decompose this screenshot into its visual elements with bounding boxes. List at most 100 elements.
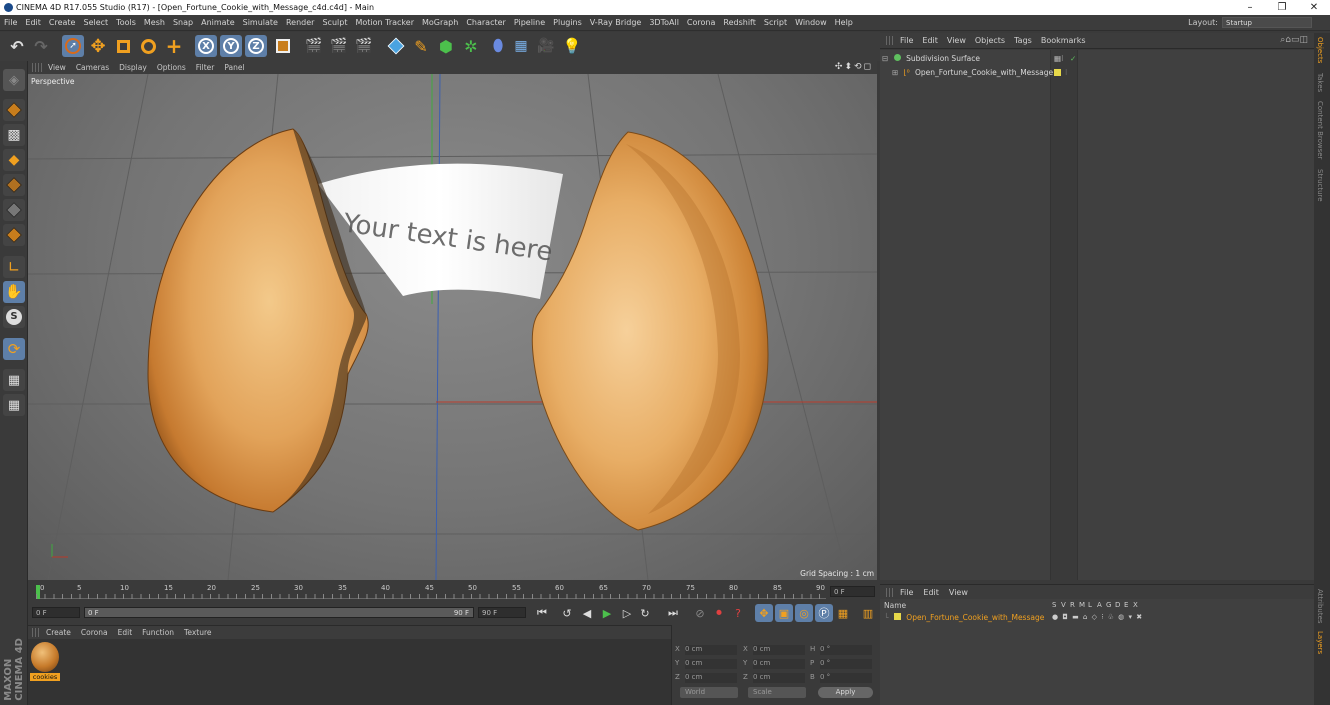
object-name[interactable]: Subdivision Surface [906, 54, 980, 63]
menu-mesh[interactable]: Mesh [144, 18, 165, 27]
previous-frame-icon[interactable]: ◀ [578, 604, 596, 622]
pos-y-field[interactable]: 0 cm [685, 659, 737, 669]
objects-menu-view[interactable]: View [947, 36, 966, 45]
subdivision-surface-icon[interactable]: ⬢ [435, 35, 457, 57]
next-key-icon[interactable]: ↻ [636, 604, 654, 622]
viewport-menu-options[interactable]: Options [157, 63, 186, 72]
header-render[interactable]: R [1070, 601, 1079, 609]
cube-primitive-icon[interactable] [385, 35, 407, 57]
frame-range-slider[interactable]: 0 F 90 F [84, 607, 474, 618]
objects-menu-file[interactable]: File [900, 36, 913, 45]
key-rotation-icon[interactable]: ◎ [795, 604, 813, 622]
start-frame-field[interactable]: 0 F [32, 607, 80, 618]
expand-icon[interactable]: ⊞ [892, 68, 898, 77]
header-xref[interactable]: X [1133, 601, 1142, 609]
objects-menu-objects[interactable]: Objects [975, 36, 1005, 45]
workplane-mode-icon[interactable]: ◆ [3, 149, 25, 171]
material-menu-function[interactable]: Function [142, 628, 174, 637]
material-name-label[interactable]: cookies [30, 673, 60, 681]
menu-corona[interactable]: Corona [687, 18, 715, 27]
object-manager-search-icon[interactable]: ⌕⌂▭◫ [1280, 35, 1308, 45]
header-locked[interactable]: L [1088, 601, 1097, 609]
menu-window[interactable]: Window [795, 18, 827, 27]
layer-row[interactable]: └ Open_Fortune_Cookie_with_Message ● ◘ ▬… [884, 611, 1304, 624]
render-picture-viewer-icon[interactable]: 🎬 [328, 35, 350, 57]
menu-pipeline[interactable]: Pipeline [514, 18, 545, 27]
material-preview-cookies[interactable] [31, 642, 59, 672]
timeline-ruler[interactable]: 0 5 10 15 20 25 30 35 40 45 50 55 60 65 … [28, 581, 877, 603]
header-deformers[interactable]: D [1115, 601, 1124, 609]
edges-mode-icon[interactable] [3, 199, 25, 221]
restore-button[interactable]: ❐ [1266, 0, 1298, 15]
z-axis-lock-button[interactable]: Z [245, 35, 267, 57]
header-view[interactable]: V [1061, 601, 1070, 609]
layers-menu-file[interactable]: File [900, 588, 913, 597]
expand-icon[interactable]: ⊟ [882, 54, 888, 63]
timeline-track[interactable]: 0 5 10 15 20 25 30 35 40 45 50 55 60 65 … [36, 584, 826, 599]
menu-sculpt[interactable]: Sculpt [322, 18, 347, 27]
play-icon[interactable]: ▶ [598, 604, 616, 622]
menu-vray-bridge[interactable]: V-Ray Bridge [590, 18, 642, 27]
axis-mode-icon[interactable]: ∟ [3, 256, 25, 278]
end-frame-field[interactable]: 90 F [478, 607, 526, 618]
tab-layers[interactable]: Layers [1316, 631, 1324, 654]
menu-3dtoall[interactable]: 3DToAll [649, 18, 679, 27]
viewport-navigation-icons[interactable]: ✣⬍⟲◻ [835, 62, 873, 72]
next-frame-icon[interactable]: ▷ [618, 604, 636, 622]
pen-spline-icon[interactable]: ✎ [410, 35, 432, 57]
make-editable-icon[interactable]: ◈ [3, 69, 25, 91]
redo-icon[interactable]: ↷ [30, 35, 52, 57]
light-icon[interactable]: 💡 [561, 35, 583, 57]
coordinate-system-icon[interactable] [272, 35, 294, 57]
minimize-button[interactable]: – [1234, 0, 1266, 15]
undo-icon[interactable]: ↶ [6, 35, 28, 57]
tab-structure[interactable]: Structure [1316, 169, 1324, 202]
header-animation[interactable]: A [1097, 601, 1106, 609]
camera-icon[interactable]: 🎥 [535, 35, 557, 57]
key-pla-icon[interactable]: ▦ [834, 604, 852, 622]
pos-z-field[interactable]: 0 cm [685, 673, 737, 683]
tab-objects[interactable]: Objects [1316, 37, 1324, 63]
viewport-menu-cameras[interactable]: Cameras [76, 63, 109, 72]
material-menu-edit[interactable]: Edit [118, 628, 133, 637]
objects-menu-edit[interactable]: Edit [922, 36, 938, 45]
visibility-dots-icon[interactable]: ▦⁝ [1054, 52, 1063, 65]
size-y-field[interactable]: 0 cm [753, 659, 805, 669]
layer-name[interactable]: Open_Fortune_Cookie_with_Message [906, 613, 1044, 622]
menu-create[interactable]: Create [49, 18, 76, 27]
menu-edit[interactable]: Edit [25, 18, 41, 27]
model-mode-icon[interactable] [3, 99, 25, 121]
viewport-menu-display[interactable]: Display [119, 63, 147, 72]
menu-snap[interactable]: Snap [173, 18, 193, 27]
size-x-field[interactable]: 0 cm [753, 645, 805, 655]
viewport-menu-panel[interactable]: Panel [224, 63, 244, 72]
y-axis-lock-button[interactable]: Y [220, 35, 242, 57]
menu-help[interactable]: Help [835, 18, 853, 27]
layer-color-swatch[interactable] [1054, 69, 1061, 76]
header-manager[interactable]: M [1079, 601, 1088, 609]
3d-viewport[interactable]: Your text is here Perspective Grid Spaci… [28, 74, 877, 580]
menu-character[interactable]: Character [466, 18, 506, 27]
rot-b-field[interactable]: 0 ° [820, 673, 872, 683]
layers-menu-edit[interactable]: Edit [923, 588, 939, 597]
layers-menu-view[interactable]: View [949, 588, 968, 597]
texture-mode-icon[interactable]: ▩ [3, 124, 25, 146]
menu-file[interactable]: File [4, 18, 17, 27]
render-settings-icon[interactable]: 🎬 [353, 35, 375, 57]
tab-attributes[interactable]: Attributes [1316, 589, 1324, 624]
menu-motion-tracker[interactable]: Motion Tracker [355, 18, 414, 27]
header-solo[interactable]: S [1052, 601, 1061, 609]
tweak-mode-icon[interactable]: ✋ [3, 281, 25, 303]
objects-menu-bookmarks[interactable]: Bookmarks [1041, 36, 1086, 45]
timeline-window-icon[interactable]: ▥ [859, 604, 877, 622]
menu-render[interactable]: Render [286, 18, 314, 27]
coordinate-mode-dropdown[interactable]: World [680, 687, 738, 698]
objects-menu-tags[interactable]: Tags [1014, 36, 1032, 45]
menu-redshift[interactable]: Redshift [723, 18, 755, 27]
material-menu-corona[interactable]: Corona [81, 628, 108, 637]
object-row-subdivision-surface[interactable]: ⊟ Subdivision Surface ▦⁝ ✓ [882, 52, 1312, 65]
enable-axis-icon[interactable]: ⟳ [3, 338, 25, 360]
close-button[interactable]: ✕ [1298, 0, 1330, 15]
menu-select[interactable]: Select [83, 18, 108, 27]
floor-scene-icon[interactable]: ▦ [510, 35, 532, 57]
